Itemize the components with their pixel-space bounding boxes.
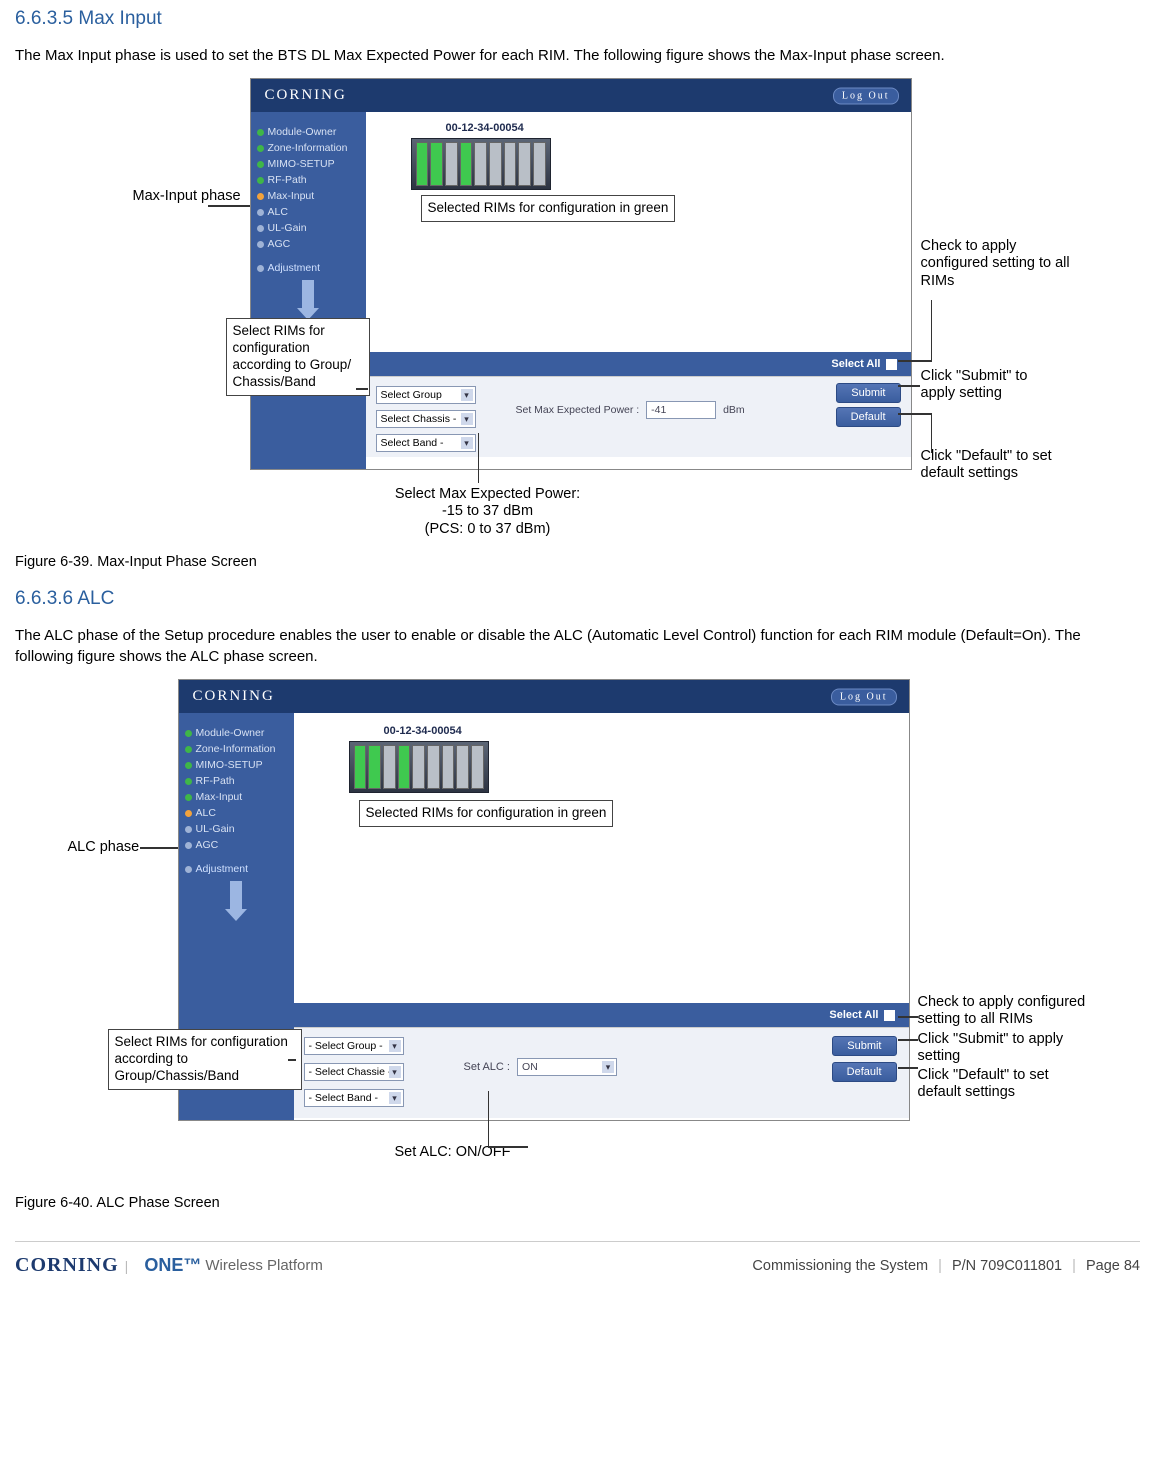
sidebar-item-adjustment[interactable]: Adjustment: [257, 262, 360, 274]
alc-label: Set ALC :: [464, 1061, 510, 1073]
dropdown-group[interactable]: Select Group▾: [376, 386, 476, 404]
bottom-panel: - Select Group -▾ - Select Chassie -▾ - …: [294, 1027, 909, 1118]
rim-chassis[interactable]: [349, 741, 489, 793]
annot-max-input-phase: Max-Input phase: [133, 188, 241, 205]
heading-alc: 6.6.3.6 ALC: [15, 588, 1140, 610]
sidebar-item-alc[interactable]: ALC: [257, 206, 360, 218]
select-all-bar: Select All: [366, 352, 911, 376]
select-all-label: Select All: [831, 358, 880, 370]
arrow-down-icon: [230, 881, 242, 911]
sidebar-item-zone-info[interactable]: Zone-Information: [257, 142, 360, 154]
ui-fig1: CORNING Log Out Module-Owner Zone-Inform…: [250, 78, 912, 470]
sidebar-item-mimo[interactable]: MIMO-SETUP: [257, 158, 360, 170]
bottom-panel: Select Group▾ Select Chassis -▾ Select B…: [366, 376, 911, 457]
annot-check-all: Check to apply configured setting to all…: [918, 994, 1098, 1029]
submit-button[interactable]: Submit: [836, 383, 900, 403]
sidebar-item-zone-info[interactable]: Zone-Information: [185, 743, 288, 755]
sidebar-item-module-owner[interactable]: Module-Owner: [257, 126, 360, 138]
page-footer: CORNING | ONE™ Wireless Platform Commiss…: [15, 1241, 1140, 1291]
dropdown-group[interactable]: - Select Group -▾: [304, 1037, 404, 1055]
mac-address: 00-12-34-00054: [446, 122, 524, 134]
figure-40: ALC phase CORNING Log Out Module-Owner Z…: [78, 679, 1078, 1189]
annot-select-rims: Select RIMs for configuration according …: [108, 1029, 302, 1090]
annot-selected-rims: Selected RIMs for configuration in green: [359, 800, 614, 827]
annot-click-default: Click "Default" to set default settings: [921, 448, 1071, 483]
annot-click-submit: Click "Submit" to apply setting: [921, 368, 1061, 403]
annot-selected-rims: Selected RIMs for configuration in green: [421, 195, 676, 222]
footer-product-sub: Wireless Platform: [205, 1257, 323, 1274]
ui-brand: CORNING: [193, 688, 275, 704]
mac-address: 00-12-34-00054: [384, 725, 462, 737]
dropdown-chassis[interactable]: Select Chassis -▾: [376, 410, 476, 428]
annot-click-submit: Click "Submit" to apply setting: [918, 1031, 1068, 1066]
footer-brand: CORNING: [15, 1254, 119, 1277]
sidebar-item-max-input[interactable]: Max-Input: [257, 190, 360, 202]
sidebar-item-alc[interactable]: ALC: [185, 807, 288, 819]
dropdown-band[interactable]: Select Band -▾: [376, 434, 476, 452]
select-all-label: Select All: [829, 1009, 878, 1021]
logout-button[interactable]: Log Out: [833, 87, 899, 104]
figure-39: Max-Input phase CORNING Log Out Module-O…: [78, 78, 1078, 548]
annot-click-default: Click "Default" to set default settings: [918, 1067, 1078, 1102]
annot-check-all: Check to apply configured setting to all…: [921, 238, 1071, 290]
annot-alc-phase: ALC phase: [68, 839, 140, 856]
caption-fig-40: Figure 6-40. ALC Phase Screen: [15, 1195, 1140, 1211]
sidebar-item-mimo[interactable]: MIMO-SETUP: [185, 759, 288, 771]
body-max-input: The Max Input phase is used to set the B…: [15, 45, 1140, 66]
submit-button[interactable]: Submit: [832, 1036, 896, 1056]
sidebar-item-rf-path[interactable]: RF-Path: [257, 174, 360, 186]
footer-crumb: Commissioning the System: [752, 1258, 928, 1274]
dropdown-band[interactable]: - Select Band -▾: [304, 1089, 404, 1107]
sidebar-item-ul-gain[interactable]: UL-Gain: [185, 823, 288, 835]
max-power-label: Set Max Expected Power :: [516, 404, 640, 416]
caption-fig-39: Figure 6-39. Max-Input Phase Screen: [15, 554, 1140, 570]
default-button[interactable]: Default: [832, 1062, 897, 1082]
sidebar-item-agc[interactable]: AGC: [257, 238, 360, 250]
alc-select[interactable]: ON▾: [517, 1058, 617, 1076]
annot-select-power: Select Max Expected Power: -15 to 37 dBm…: [363, 486, 613, 538]
logout-button[interactable]: Log Out: [831, 688, 897, 705]
sidebar-item-module-owner[interactable]: Module-Owner: [185, 727, 288, 739]
arrow-down-icon: [302, 280, 314, 310]
sidebar-item-ul-gain[interactable]: UL-Gain: [257, 222, 360, 234]
dropdown-chassis[interactable]: - Select Chassie -▾: [304, 1063, 404, 1081]
sidebar-item-agc[interactable]: AGC: [185, 839, 288, 851]
footer-page: Page 84: [1086, 1258, 1140, 1274]
max-power-unit: dBm: [723, 404, 745, 416]
annot-select-rims: Select RIMs for configuration according …: [226, 318, 370, 396]
footer-pn: P/N 709C011801: [952, 1258, 1062, 1274]
footer-product: ONE™: [144, 1255, 201, 1276]
sidebar-item-max-input[interactable]: Max-Input: [185, 791, 288, 803]
ui-brand: CORNING: [265, 87, 347, 103]
select-all-bar: Select All: [294, 1003, 909, 1027]
rim-chassis[interactable]: [411, 138, 551, 190]
sidebar-item-rf-path[interactable]: RF-Path: [185, 775, 288, 787]
select-all-checkbox[interactable]: [886, 359, 897, 370]
default-button[interactable]: Default: [836, 407, 901, 427]
body-alc: The ALC phase of the Setup procedure ena…: [15, 625, 1140, 667]
sidebar: Module-Owner Zone-Information MIMO-SETUP…: [251, 112, 366, 469]
heading-max-input: 6.6.3.5 Max Input: [15, 8, 1140, 30]
sidebar-item-adjustment[interactable]: Adjustment: [185, 863, 288, 875]
max-power-input[interactable]: -41: [646, 401, 716, 419]
select-all-checkbox[interactable]: [884, 1010, 895, 1021]
